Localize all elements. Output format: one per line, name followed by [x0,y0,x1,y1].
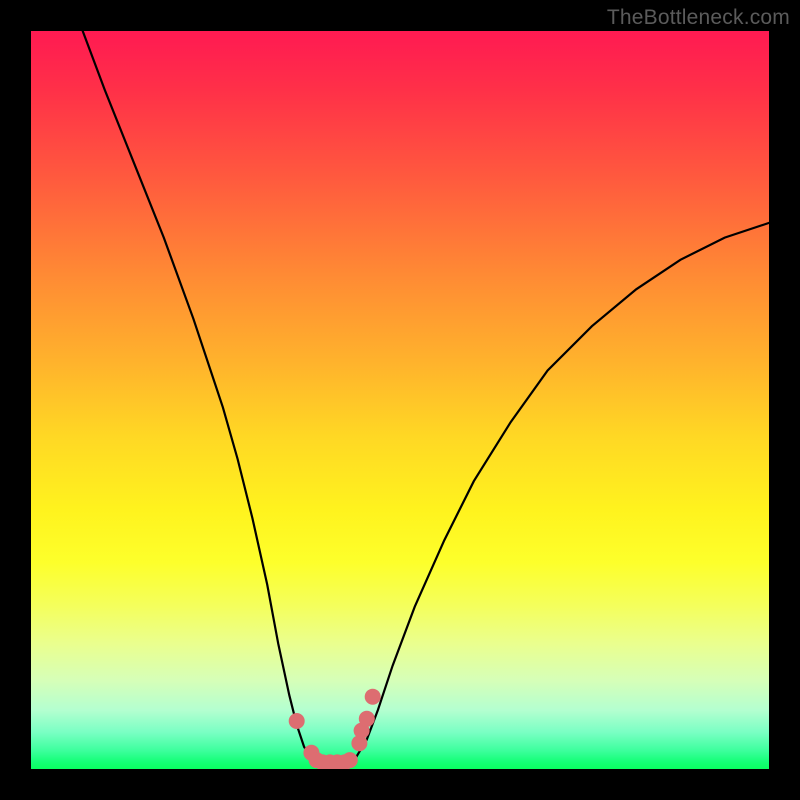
highlight-marker [359,711,375,727]
marker-group [289,689,381,769]
bottleneck-curve [83,31,769,763]
chart-frame: TheBottleneck.com [0,0,800,800]
curve-layer [31,31,769,769]
highlight-marker [365,689,381,705]
highlight-marker [289,713,305,729]
watermark-text: TheBottleneck.com [607,6,790,30]
highlight-marker [342,752,358,768]
plot-area [31,31,769,769]
